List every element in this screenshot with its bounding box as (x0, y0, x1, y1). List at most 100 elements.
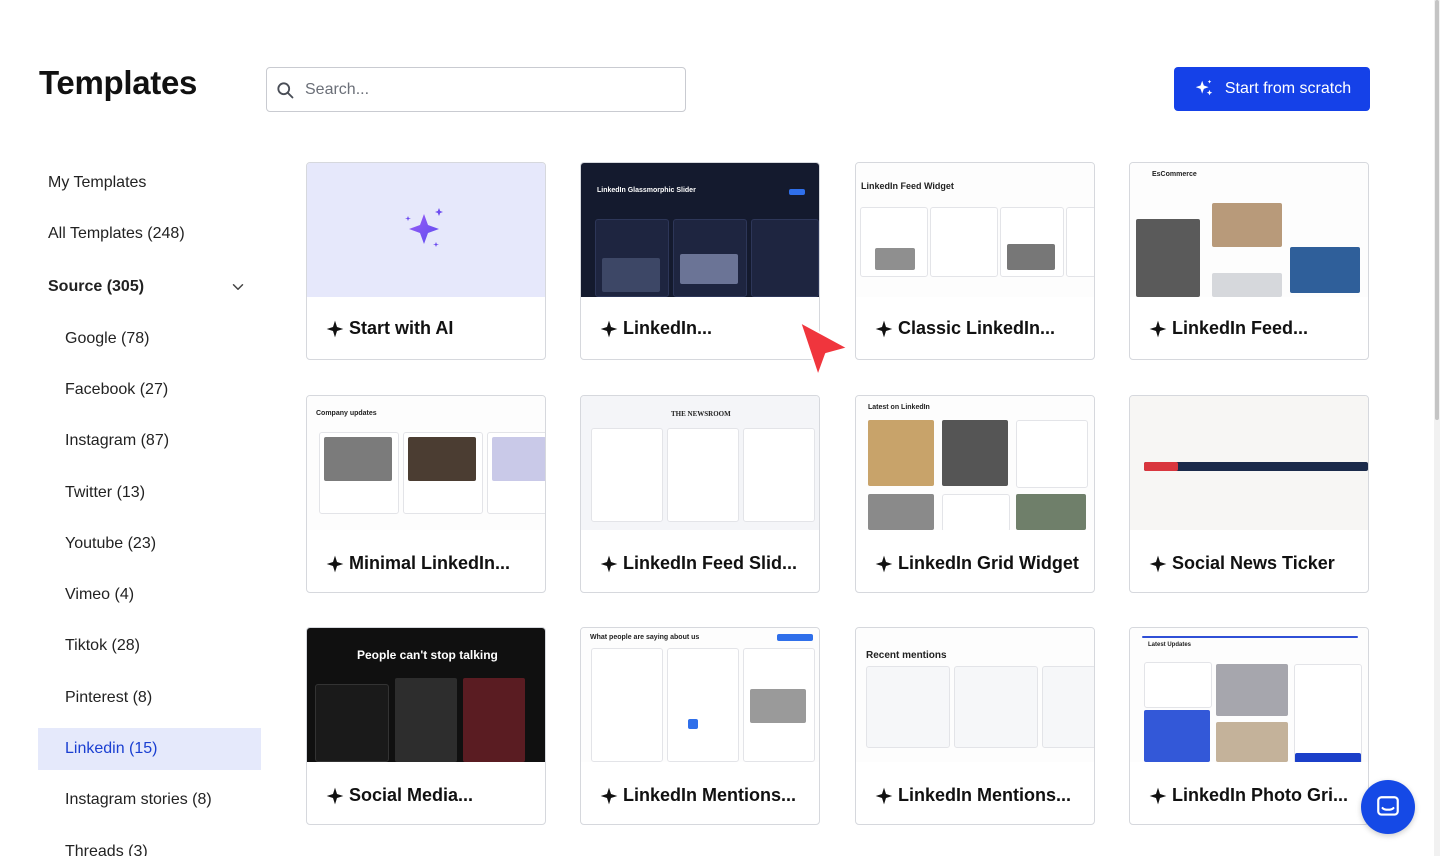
thumb-post (930, 207, 998, 277)
thumb-title: Company updates (316, 410, 377, 417)
template-card[interactable]: LinkedIn Glassmorphic Slider LinkedIn... (580, 162, 820, 360)
sidebar-item-threads[interactable]: Threads (3) (38, 831, 261, 856)
template-title: Classic LinkedIn... (874, 318, 1086, 339)
thumb-button (777, 634, 813, 641)
template-title: LinkedIn... (599, 318, 811, 339)
template-card[interactable]: THE NEWSROOM LinkedIn Feed Slid... (580, 395, 820, 593)
template-title-text: LinkedIn Feed... (1172, 318, 1309, 338)
template-title-text: LinkedIn Mentions... (898, 785, 1072, 805)
sparkle-icon (326, 555, 344, 572)
template-card[interactable]: Latest on LinkedIn LinkedIn Grid Widget (855, 395, 1095, 593)
sidebar-item-label: My Templates (48, 174, 147, 191)
template-card[interactable]: What people are saying about us LinkedIn… (580, 627, 820, 825)
sidebar-item-tiktok[interactable]: Tiktok (28) (38, 625, 261, 667)
thumb-post (942, 494, 1010, 530)
template-title-text: LinkedIn Feed Slid... (623, 553, 798, 573)
template-thumbnail: Latest on LinkedIn (856, 396, 1094, 530)
template-thumbnail: Company updates (307, 396, 545, 530)
template-card[interactable]: Start with AI (306, 162, 546, 360)
template-card[interactable]: Company updates Minimal LinkedIn... (306, 395, 546, 593)
template-title: Social Media... (325, 785, 537, 806)
sidebar-item-twitter[interactable]: Twitter (13) (38, 472, 261, 514)
template-title: Social News Ticker (1148, 553, 1360, 574)
sidebar-item-source[interactable]: Source (305) (38, 266, 261, 308)
template-thumbnail: EsCommerce (1130, 163, 1368, 297)
templates-page: Templates Start from scratch My Template… (0, 0, 1440, 856)
sparkle-icon (326, 320, 344, 337)
chevron-down-icon[interactable] (229, 278, 247, 296)
template-thumbnail (1130, 396, 1368, 530)
search-box[interactable] (266, 67, 686, 112)
sidebar-item-label: Vimeo (4) (65, 586, 135, 603)
thumb-topline (1142, 636, 1358, 638)
scrollbar-thumb[interactable] (1435, 0, 1439, 420)
template-title-text: Social News Ticker (1172, 553, 1335, 573)
sidebar-item-google[interactable]: Google (78) (38, 318, 261, 360)
sidebar-item-label: Pinterest (8) (65, 689, 153, 706)
sidebar-item-all-templates[interactable]: All Templates (248) (38, 213, 261, 255)
template-thumbnail: Latest Updates (1130, 628, 1368, 762)
thumb-title: Recent mentions (866, 650, 947, 661)
sparkle-icon (1149, 320, 1167, 337)
sidebar-item-instagram-stories[interactable]: Instagram stories (8) (38, 779, 261, 821)
thumb-post (595, 219, 669, 297)
template-title-text: LinkedIn Photo Gri... (1172, 785, 1349, 805)
thumb-photo (1216, 664, 1288, 716)
thumb-photo (1290, 247, 1360, 293)
template-title-text: Start with AI (349, 318, 454, 338)
template-title-text: LinkedIn... (623, 318, 713, 338)
sidebar-item-label: Tiktok (28) (65, 637, 140, 654)
thumb-post (667, 648, 739, 762)
template-card[interactable]: Social News Ticker (1129, 395, 1369, 593)
thumb-photo (1016, 494, 1086, 530)
search-input[interactable] (303, 79, 667, 100)
sidebar-item-instagram[interactable]: Instagram (87) (38, 420, 261, 462)
sidebar-item-facebook[interactable]: Facebook (27) (38, 369, 261, 411)
sidebar-item-pinterest[interactable]: Pinterest (8) (38, 677, 261, 719)
thumb-title: LinkedIn Feed Widget (861, 181, 954, 191)
sparkle-icon (875, 320, 893, 337)
sparkle-icon (600, 320, 618, 337)
page-title: Templates (39, 64, 198, 101)
template-title-text: Social Media... (349, 785, 474, 805)
template-title: Start with AI (325, 318, 537, 339)
scrollbar[interactable] (1434, 0, 1440, 856)
template-card[interactable]: EsCommerce LinkedIn Feed... (1129, 162, 1369, 360)
thumb-post (860, 207, 928, 277)
sparkle-icon (326, 787, 344, 804)
template-title-text: Classic LinkedIn... (898, 318, 1056, 338)
template-title: Minimal LinkedIn... (325, 553, 537, 574)
thumb-post (591, 428, 663, 522)
thumb-post (866, 666, 950, 748)
template-card[interactable]: LinkedIn Feed Widget Classic LinkedIn... (855, 162, 1095, 360)
thumb-title: What people are saying about us (590, 634, 700, 641)
thumb-photo (463, 678, 525, 762)
sidebar-item-linkedin[interactable]: Linkedin (15) (38, 728, 261, 770)
sidebar-item-vimeo[interactable]: Vimeo (4) (38, 574, 261, 616)
sidebar-item-label: Youtube (23) (65, 535, 157, 552)
template-title: LinkedIn Grid Widget (874, 553, 1086, 574)
start-from-scratch-button[interactable]: Start from scratch (1174, 67, 1370, 111)
thumb-photo (1212, 203, 1282, 247)
chat-button[interactable] (1361, 780, 1415, 834)
sidebar-item-youtube[interactable]: Youtube (23) (38, 523, 261, 565)
thumb-post (1016, 420, 1088, 488)
template-card[interactable]: Latest Updates LinkedIn Photo Gri... (1129, 627, 1369, 825)
template-title: LinkedIn Feed Slid... (599, 553, 811, 574)
thumb-photo (1216, 722, 1288, 762)
chat-icon (1377, 796, 1399, 816)
template-card[interactable]: Recent mentions LinkedIn Mentions... (855, 627, 1095, 825)
thumb-post (743, 648, 815, 762)
template-thumbnail: LinkedIn Feed Widget (856, 163, 1094, 297)
thumb-photo (868, 420, 934, 486)
thumb-title: Latest Updates (1148, 642, 1192, 648)
sidebar-item-label: All Templates (248) (48, 225, 185, 242)
sidebar-item-label: Instagram (87) (65, 432, 170, 449)
thumb-photo (868, 494, 934, 530)
thumb-title: EsCommerce (1152, 171, 1197, 178)
sidebar-item-my-templates[interactable]: My Templates (38, 162, 261, 204)
template-title: LinkedIn Feed... (1148, 318, 1360, 339)
thumb-photo (1136, 219, 1200, 297)
thumb-post (667, 428, 739, 522)
template-card[interactable]: People can't stop talking Social Media..… (306, 627, 546, 825)
